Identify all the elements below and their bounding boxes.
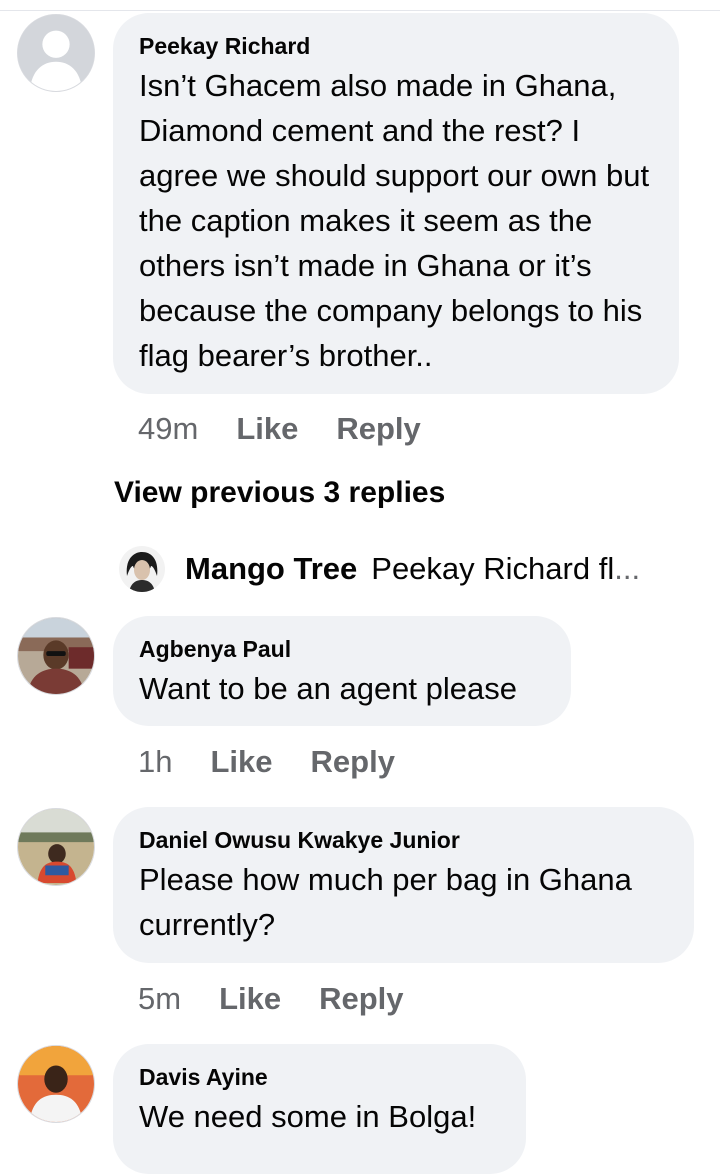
reply-snippet: Peekay Richard fl [371, 551, 615, 586]
comment-text: We need some in Bolga! [139, 1099, 477, 1134]
comment-bubble: Daniel Owusu Kwakye Junior Please how mu… [113, 807, 694, 963]
reply-button[interactable]: Reply [311, 744, 395, 780]
avatar[interactable] [17, 14, 95, 92]
reply-button[interactable]: Reply [336, 411, 420, 447]
comment-author[interactable]: Davis Ayine [139, 1062, 500, 1092]
avatar[interactable] [17, 617, 95, 695]
comment-author[interactable]: Agbenya Paul [139, 634, 545, 664]
comment-author[interactable]: Daniel Owusu Kwakye Junior [139, 825, 668, 855]
comment-author[interactable]: Peekay Richard [139, 31, 653, 61]
comment-text: Isn’t Ghacem also made in Ghana, Diamond… [139, 68, 650, 373]
like-button[interactable]: Like [236, 411, 298, 447]
comment-actions: 49m Like Reply [138, 409, 421, 449]
comment-bubble: Agbenya Paul Want to be an agent please [113, 616, 571, 726]
photo-avatar [18, 809, 94, 885]
avatar[interactable] [17, 1045, 95, 1123]
default-profile-icon [18, 15, 94, 91]
comment-actions: 1h Like Reply [138, 742, 395, 782]
top-divider [0, 10, 720, 11]
comment-timestamp[interactable]: 1h [138, 744, 172, 780]
comment-timestamp[interactable]: 49m [138, 411, 198, 447]
comment-bubble: Peekay Richard Isn’t Ghacem also made in… [113, 13, 679, 394]
reply-preview[interactable]: Mango Tree Peekay Richard fl ... [119, 545, 640, 593]
like-button[interactable]: Like [210, 744, 272, 780]
photo-avatar [119, 546, 165, 592]
photo-avatar [18, 1046, 94, 1122]
comment-text: Want to be an agent please [139, 671, 518, 706]
reply-ellipsis: ... [614, 551, 641, 586]
comment-bubble: Davis Ayine We need some in Bolga! [113, 1044, 526, 1174]
reply-author: Mango Tree [185, 551, 358, 586]
comment-text: Please how much per bag in Ghana current… [139, 862, 632, 942]
photo-avatar [18, 618, 94, 694]
reply-button[interactable]: Reply [319, 981, 403, 1017]
avatar [119, 546, 165, 592]
comment-actions: 5m Like Reply [138, 979, 404, 1019]
avatar[interactable] [17, 808, 95, 886]
view-previous-replies-link[interactable]: View previous 3 replies [114, 476, 445, 510]
like-button[interactable]: Like [219, 981, 281, 1017]
comment-timestamp[interactable]: 5m [138, 981, 181, 1017]
